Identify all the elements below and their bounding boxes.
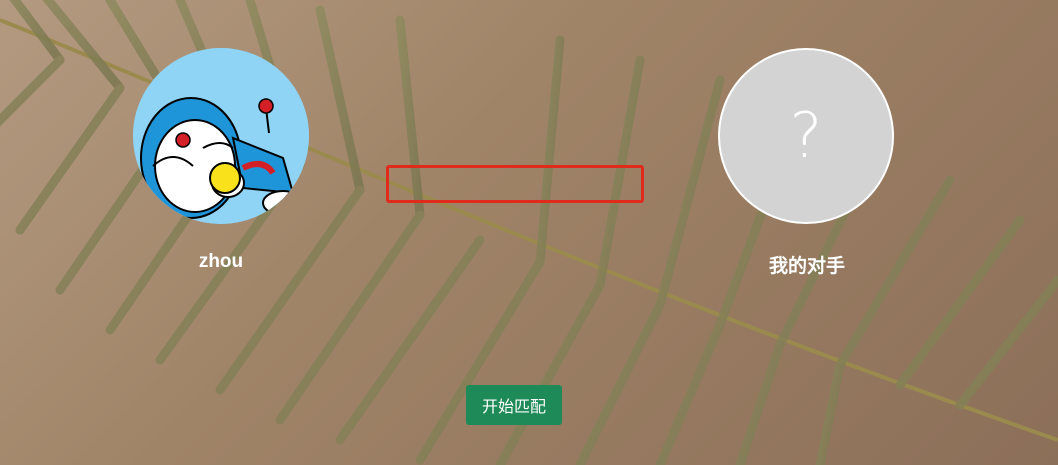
doraemon-avatar-icon (133, 48, 309, 224)
player-avatar (133, 48, 309, 224)
opponent-avatar: ? (718, 48, 894, 224)
question-mark-icon: ? (789, 99, 823, 172)
match-status-box (386, 165, 644, 203)
match-screen: zhou ? 我的对手 开始匹配 (0, 0, 1058, 465)
opponent-name: 我的对手 (768, 256, 845, 277)
start-match-button[interactable]: 开始匹配 (466, 385, 562, 425)
player-name: zhou (198, 251, 244, 272)
